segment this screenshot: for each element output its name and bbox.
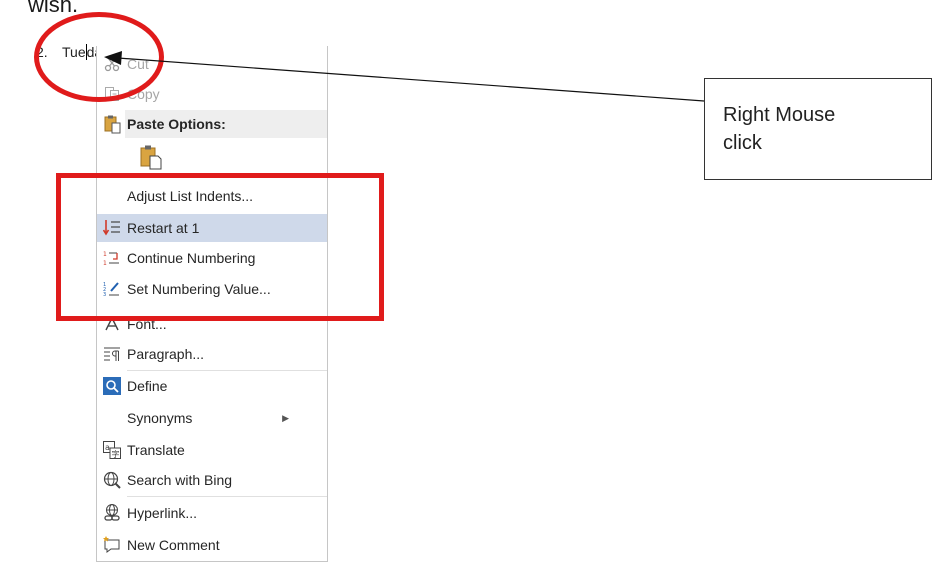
callout-box: Right Mouse click	[704, 78, 932, 180]
callout-line-2: click	[723, 132, 762, 154]
callout-line-1: Right Mouse	[723, 104, 836, 126]
